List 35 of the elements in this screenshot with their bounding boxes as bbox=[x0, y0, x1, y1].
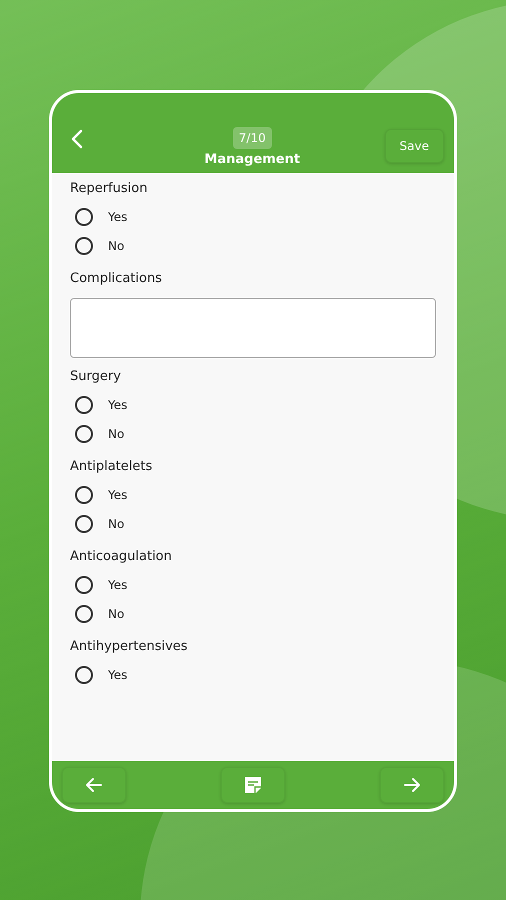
radio-button[interactable] bbox=[75, 236, 93, 254]
radio-button[interactable] bbox=[75, 486, 93, 504]
previous-button[interactable] bbox=[62, 767, 126, 803]
radio-button[interactable] bbox=[75, 666, 93, 684]
radio-button[interactable] bbox=[75, 424, 93, 442]
option-label: Yes bbox=[108, 210, 128, 224]
option-label: Yes bbox=[108, 578, 128, 592]
arrow-right-icon bbox=[403, 777, 421, 793]
radio-button[interactable] bbox=[75, 396, 93, 414]
next-button[interactable] bbox=[380, 767, 444, 803]
option-label: No bbox=[108, 606, 124, 620]
save-button[interactable]: Save bbox=[384, 129, 444, 163]
option-label: No bbox=[108, 238, 124, 252]
back-icon bbox=[70, 129, 84, 149]
option-label: Yes bbox=[108, 398, 128, 412]
option-label: Yes bbox=[108, 668, 128, 682]
radio-button[interactable] bbox=[75, 576, 93, 594]
arrow-left-icon bbox=[85, 777, 103, 793]
step-counter: 7/10 bbox=[232, 127, 272, 149]
question-label: Reperfusion bbox=[70, 181, 148, 196]
question-label: Anticoagulation bbox=[70, 549, 173, 564]
screen-title: Management bbox=[204, 152, 300, 167]
question-label: Surgery bbox=[70, 369, 122, 384]
question-label: Antihypertensives bbox=[70, 639, 189, 654]
radio-button[interactable] bbox=[75, 208, 93, 226]
note-icon bbox=[244, 776, 262, 794]
radio-button[interactable] bbox=[75, 514, 93, 532]
notes-button[interactable] bbox=[221, 767, 285, 803]
question-label: Antiplatelets bbox=[70, 459, 154, 474]
text-field[interactable] bbox=[70, 298, 436, 358]
radio-button[interactable] bbox=[75, 604, 93, 622]
question-label: Complications bbox=[70, 271, 163, 286]
option-label: No bbox=[108, 426, 124, 440]
option-label: Yes bbox=[108, 488, 128, 502]
option-label: No bbox=[108, 516, 124, 530]
